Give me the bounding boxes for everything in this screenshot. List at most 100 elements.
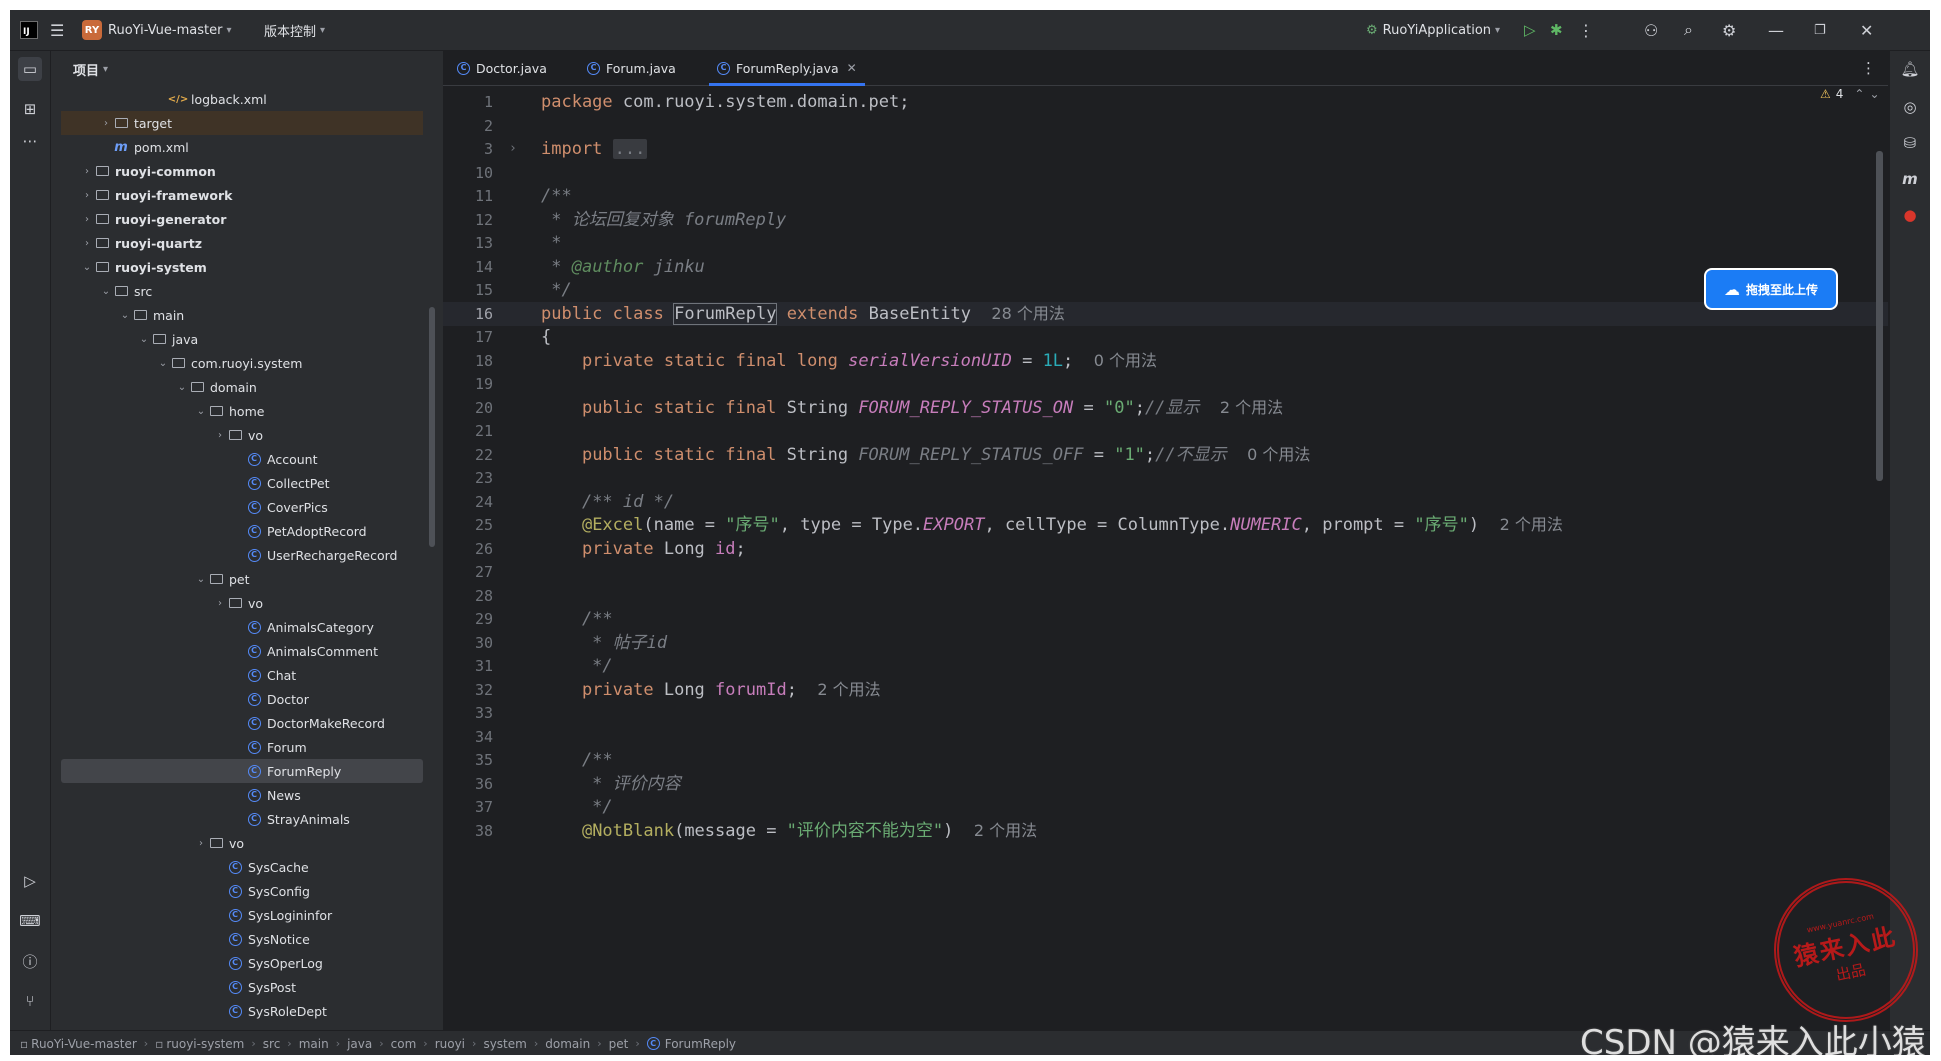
tree-item[interactable]: C Chat — [61, 663, 423, 687]
structure-tool-icon[interactable]: ⊞ — [18, 97, 42, 121]
chevron-up-icon[interactable]: ⌃ — [1854, 87, 1864, 101]
notifications-icon[interactable]: 🔔︎ — [1898, 57, 1922, 81]
more-tools-icon[interactable]: ⋯ — [18, 129, 42, 153]
tree-item[interactable]: C AnimalsCategory — [61, 615, 423, 639]
tab-forum[interactable]: C Forum.java — [587, 51, 676, 85]
chevron-down-icon[interactable]: ⌄ — [194, 574, 208, 585]
tree-item[interactable]: C Doctor — [61, 687, 423, 711]
tree-item[interactable]: ⌄ main — [61, 303, 423, 327]
tree-item[interactable]: › ruoyi-framework — [61, 183, 423, 207]
code-line[interactable]: 27 — [443, 560, 1888, 584]
code-line[interactable]: 36 * 评价内容 — [443, 772, 1888, 796]
ai-assistant-icon[interactable]: ◎ — [1898, 95, 1922, 119]
services-tool-icon[interactable]: ▷ — [18, 869, 42, 893]
tree-item[interactable]: C AnimalsComment — [61, 639, 423, 663]
breadcrumb-item[interactable]: com — [391, 1037, 417, 1051]
tree-item[interactable]: C News — [61, 783, 423, 807]
search-icon[interactable]: ⌕ — [1684, 10, 1693, 50]
chevron-down-icon[interactable]: ⌄ — [118, 310, 132, 321]
terminal-tool-icon[interactable]: ⌨ — [18, 909, 42, 933]
tree-item[interactable]: C SysLogininfor — [61, 903, 423, 927]
run-icon[interactable]: ▷ — [1524, 10, 1536, 50]
chevron-down-icon[interactable]: ⌄ — [80, 262, 94, 273]
maven-icon[interactable]: m — [1898, 167, 1922, 191]
editor-scrollbar[interactable] — [1876, 151, 1883, 481]
code-editor[interactable]: 1 package com.ruoyi.system.domain.pet; 2 3 ›… — [443, 86, 1888, 1030]
code-line[interactable]: 11 /** — [443, 184, 1888, 208]
breadcrumb-item[interactable]: pet — [609, 1037, 629, 1051]
code-line[interactable]: 25 @Excel(name = "序号", type = Type.EXPOR… — [443, 513, 1888, 537]
tree-item[interactable]: C ForumReply — [61, 759, 423, 783]
tab-forum-reply[interactable]: C ForumReply.java ✕ — [709, 51, 865, 86]
tab-doctor[interactable]: C Doctor.java — [457, 51, 547, 85]
minimize-icon[interactable]: — — [1768, 10, 1784, 50]
tree-item[interactable]: C SysCache — [61, 855, 423, 879]
code-line[interactable]: 20 public static final String FORUM_REPL… — [443, 396, 1888, 420]
fold-chevron-icon[interactable]: › — [509, 137, 517, 161]
project-tool-icon[interactable]: ▭ — [18, 57, 42, 81]
tree-item[interactable]: ⌄ com.ruoyi.system — [61, 351, 423, 375]
code-line[interactable]: 16 public class ForumReply extends BaseEn… — [443, 301, 1888, 326]
problems-tool-icon[interactable]: ⓘ — [18, 949, 42, 973]
code-line[interactable]: 1 package com.ruoyi.system.domain.pet; — [443, 90, 1888, 114]
code-line[interactable]: 31 */ — [443, 654, 1888, 678]
tree-item[interactable]: C Forum — [61, 735, 423, 759]
tree-item[interactable]: ⌄ pet — [61, 567, 423, 591]
breadcrumb-item[interactable]: C ForumReply — [646, 1037, 736, 1051]
project-panel-header[interactable]: 项目 ▾ — [51, 51, 443, 87]
inspection-widget[interactable]: ⚠ 4 ⌃ ⌄ — [1820, 87, 1880, 101]
code-line[interactable]: 24 /** id */ — [443, 490, 1888, 514]
code-line[interactable]: 22 public static final String FORUM_REPL… — [443, 443, 1888, 467]
code-line[interactable]: 17 { — [443, 325, 1888, 349]
tree-item[interactable]: C SysPost — [61, 975, 423, 999]
code-line[interactable]: 19 — [443, 372, 1888, 396]
tree-item[interactable]: </> logback.xml — [61, 87, 423, 111]
project-scrollbar[interactable] — [429, 307, 435, 547]
plugin-icon[interactable]: ● — [1898, 203, 1922, 227]
code-line[interactable]: 34 — [443, 725, 1888, 749]
code-line[interactable]: 35 /** — [443, 748, 1888, 772]
more-actions-icon[interactable]: ⋮ — [1578, 10, 1594, 50]
chevron-down-icon[interactable]: ⌄ — [99, 286, 113, 297]
code-line[interactable]: 2 — [443, 114, 1888, 138]
database-icon[interactable]: ⛁ — [1898, 131, 1922, 155]
tree-item[interactable]: ⌄ domain — [61, 375, 423, 399]
tree-item[interactable]: › vo — [61, 831, 423, 855]
code-line[interactable]: 37 */ — [443, 795, 1888, 819]
chevron-right-icon[interactable]: › — [80, 214, 94, 225]
chevron-down-icon[interactable]: ⌄ — [1869, 87, 1879, 101]
code-line[interactable]: 15 */ — [443, 278, 1888, 302]
tree-item[interactable]: C Account — [61, 447, 423, 471]
code-line[interactable]: 13 * — [443, 231, 1888, 255]
breadcrumb-item[interactable]: src — [263, 1037, 281, 1051]
breadcrumb-item[interactable]: ▫ RuoYi-Vue-master — [20, 1037, 137, 1051]
code-line[interactable]: 29 /** — [443, 607, 1888, 631]
breadcrumb-item[interactable]: domain — [545, 1037, 590, 1051]
tree-item[interactable]: C PetAdoptRecord — [61, 519, 423, 543]
chevron-right-icon[interactable]: › — [213, 598, 227, 609]
tree-item[interactable]: C SysRoleDept — [61, 999, 423, 1023]
code-line[interactable]: 30 * 帖子id — [443, 631, 1888, 655]
chevron-down-icon[interactable]: ⌄ — [194, 406, 208, 417]
code-line[interactable]: 33 — [443, 701, 1888, 725]
breadcrumb-item[interactable]: main — [299, 1037, 329, 1051]
tree-item[interactable]: ⌄ ruoyi-system — [61, 255, 423, 279]
chevron-right-icon[interactable]: › — [99, 118, 113, 129]
intellij-logo-icon[interactable]: IJ — [20, 10, 38, 50]
code-line[interactable]: 28 — [443, 584, 1888, 608]
breadcrumb-item[interactable]: ruoyi — [435, 1037, 465, 1051]
code-line[interactable]: 26 private Long id; — [443, 537, 1888, 561]
run-config-selector[interactable]: ⚙ RuoYiApplication ▾ — [1366, 10, 1500, 50]
code-line[interactable]: 14 * @author jinku — [443, 255, 1888, 279]
chevron-right-icon[interactable]: › — [213, 430, 227, 441]
chevron-down-icon[interactable]: ⌄ — [137, 334, 151, 345]
add-user-icon[interactable]: ⚇ — [1644, 10, 1658, 50]
chevron-right-icon[interactable]: › — [80, 238, 94, 249]
breadcrumb-item[interactable]: ▫ ruoyi-system — [155, 1037, 244, 1051]
close-icon[interactable]: ✕ — [1860, 10, 1873, 50]
tree-item[interactable]: C CollectPet — [61, 471, 423, 495]
close-icon[interactable]: ✕ — [847, 61, 857, 75]
settings-icon[interactable]: ⚙ — [1722, 10, 1736, 50]
chevron-right-icon[interactable]: › — [80, 166, 94, 177]
tree-item[interactable]: › target — [61, 111, 423, 135]
